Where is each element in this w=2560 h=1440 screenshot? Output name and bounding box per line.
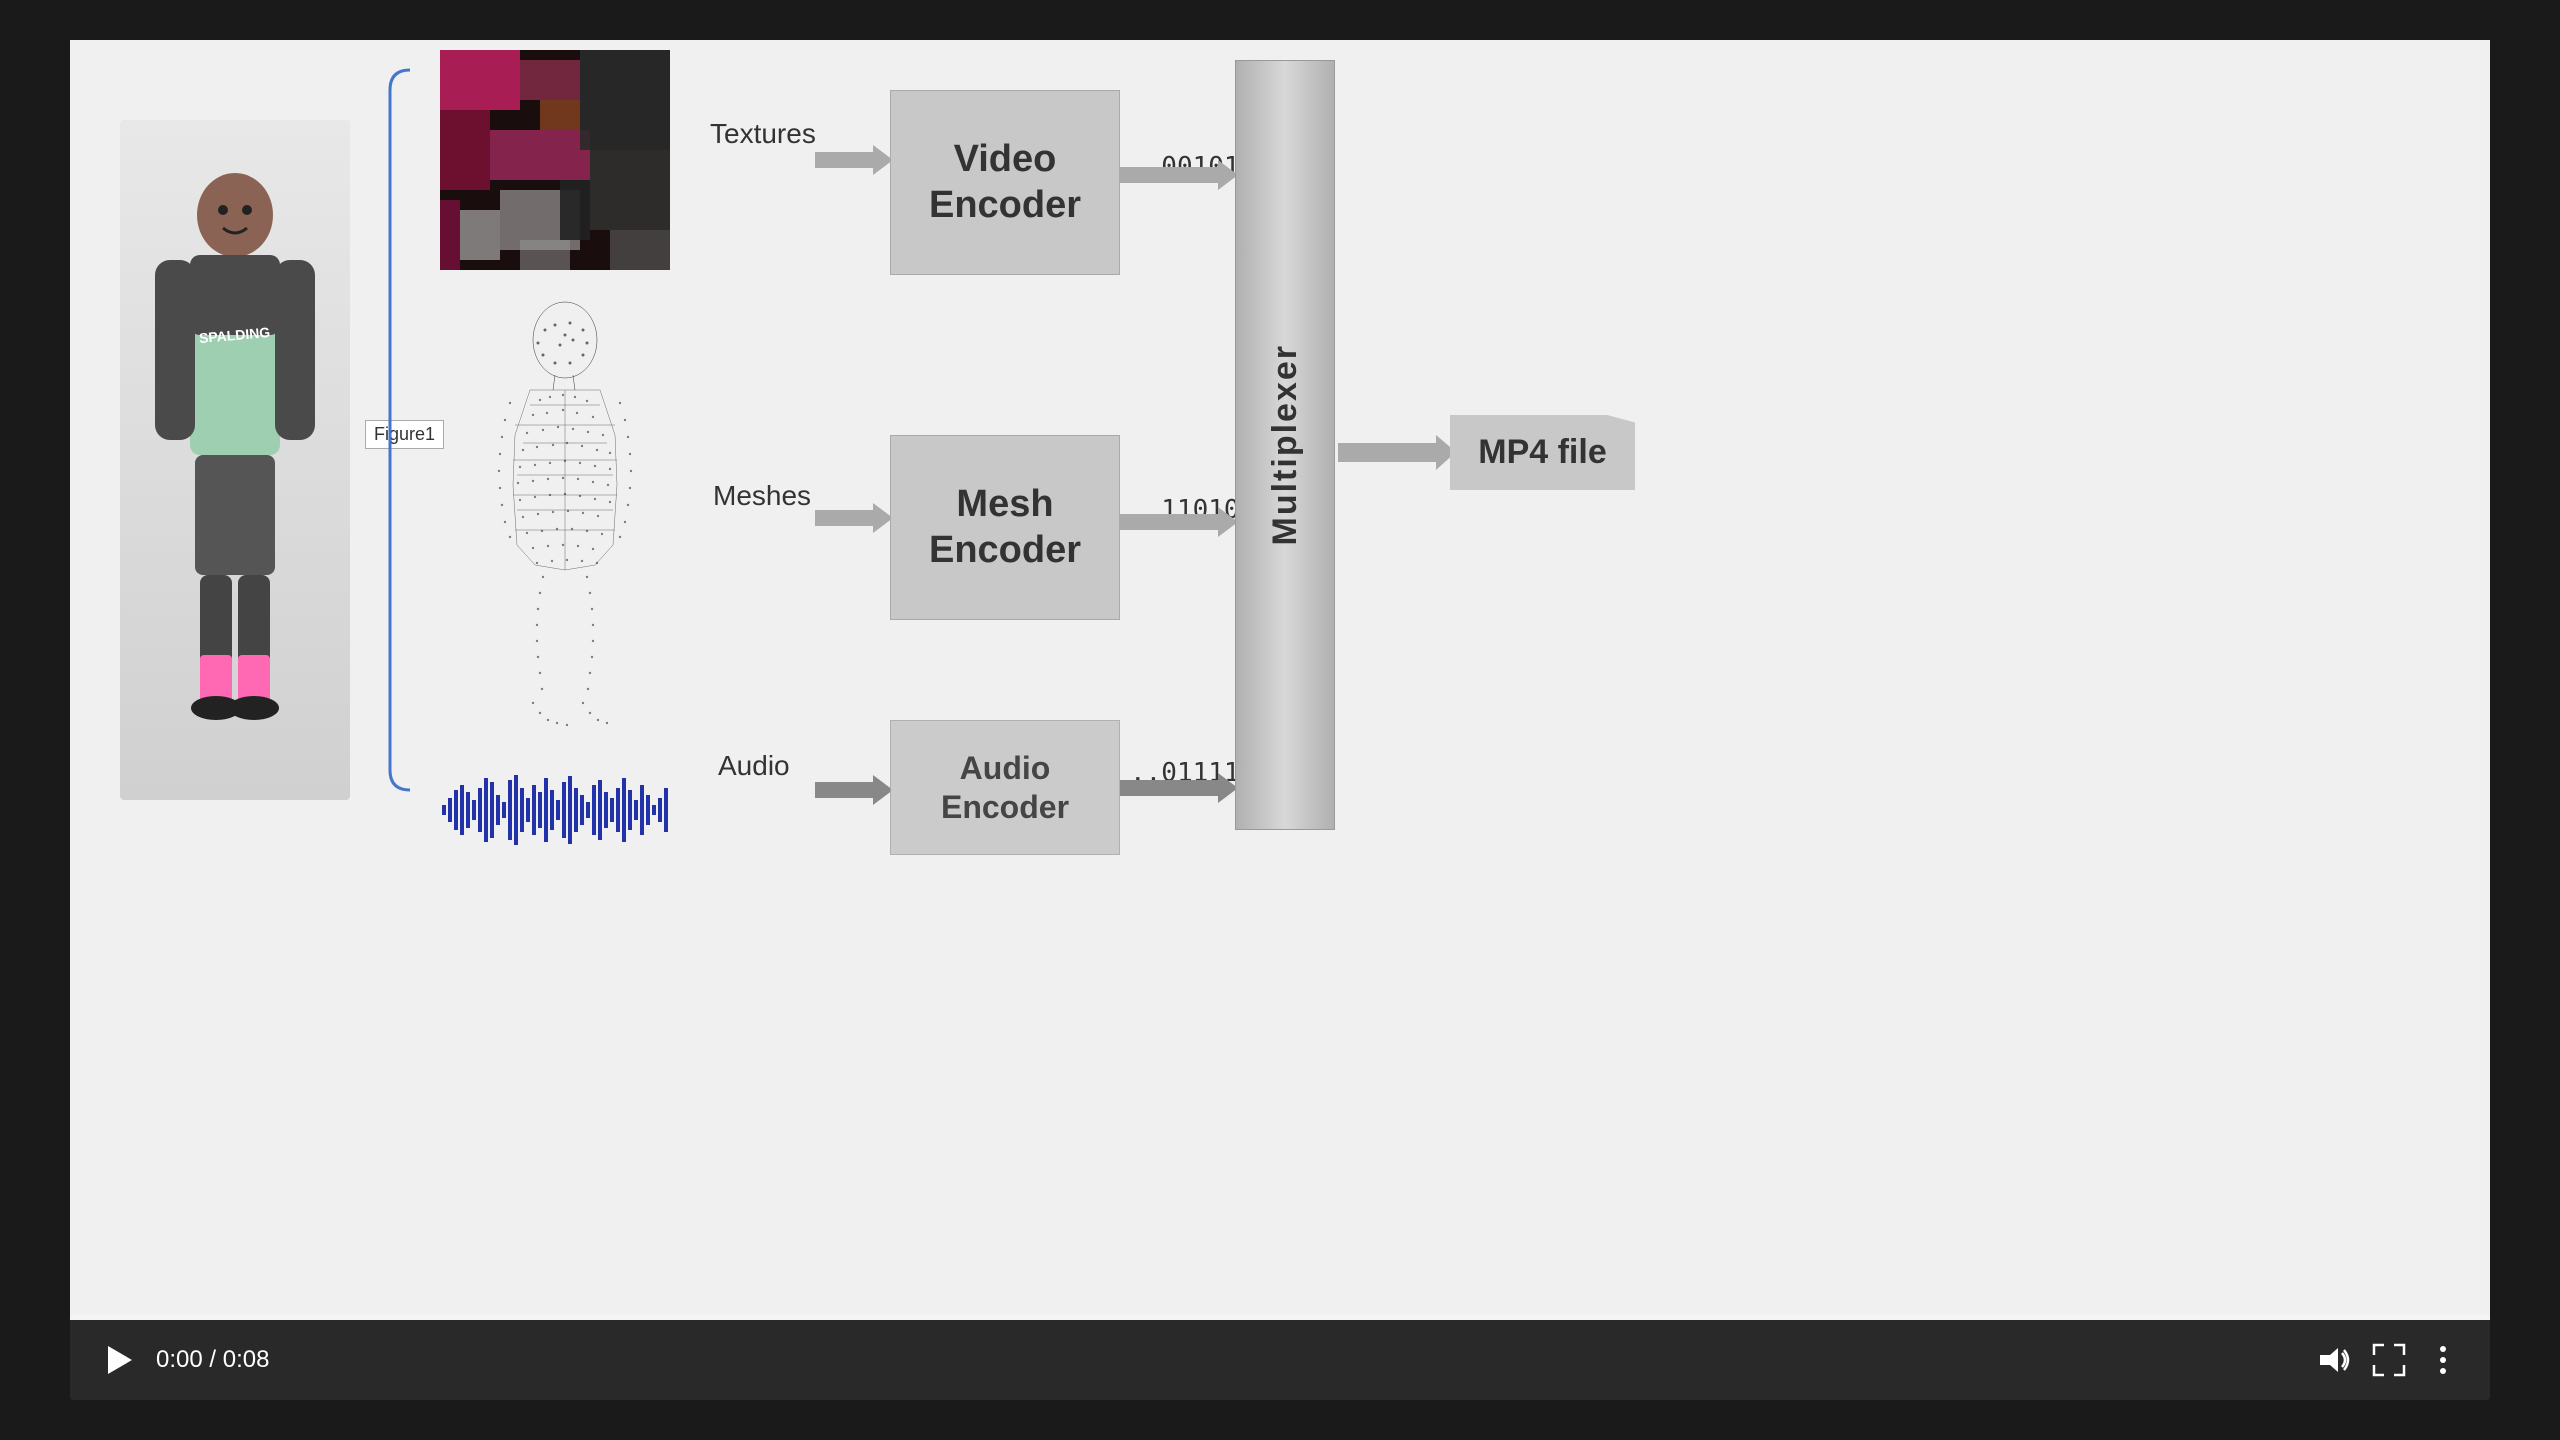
textures-label: Textures (710, 118, 816, 150)
more-options-button[interactable] (2426, 1343, 2460, 1377)
mesh-figure (455, 285, 675, 745)
mesh-encoder-box: Mesh Encoder (890, 435, 1120, 620)
controls-bar: 0:00 / 0:08 (70, 1320, 2490, 1400)
fullscreen-button[interactable] (2372, 1343, 2406, 1377)
arrow-video-to-mux (1120, 155, 1240, 195)
audio-encoder-label: Audio Encoder (941, 749, 1069, 826)
arrow-mux-to-mp4 (1338, 430, 1458, 475)
time-display: 0:00 / 0:08 (156, 1346, 269, 1374)
bracket-svg (380, 50, 420, 810)
person-photo: SPALDING (120, 120, 350, 800)
audio-label: Audio (718, 750, 790, 782)
audio-waveform (440, 770, 670, 850)
arrow-mesh-to-mux (1120, 502, 1240, 542)
arrow-audio-to-mux (1120, 768, 1240, 808)
multiplexer-label: Multiplexer (1266, 344, 1305, 545)
video-encoder-label: Video Encoder (929, 137, 1081, 228)
slide-content: SPALDING Figure1 (70, 40, 2490, 1320)
volume-button[interactable] (2318, 1343, 2352, 1377)
arrow-textures-to-video (815, 140, 895, 180)
texture-image (440, 50, 670, 270)
mp4-label: MP4 file (1478, 433, 1606, 472)
arrow-audio-to-audio (815, 770, 895, 810)
audio-encoder-box: Audio Encoder (890, 720, 1120, 855)
video-container: SPALDING Figure1 (70, 40, 2490, 1400)
video-encoder-box: Video Encoder (890, 90, 1120, 275)
mesh-encoder-label: Mesh Encoder (929, 482, 1081, 573)
meshes-label: Meshes (713, 480, 811, 512)
arrow-meshes-to-mesh (815, 498, 895, 538)
mp4-file-box: MP4 file (1450, 415, 1635, 490)
multiplexer-box: Multiplexer (1235, 60, 1335, 830)
play-button[interactable] (100, 1342, 136, 1378)
